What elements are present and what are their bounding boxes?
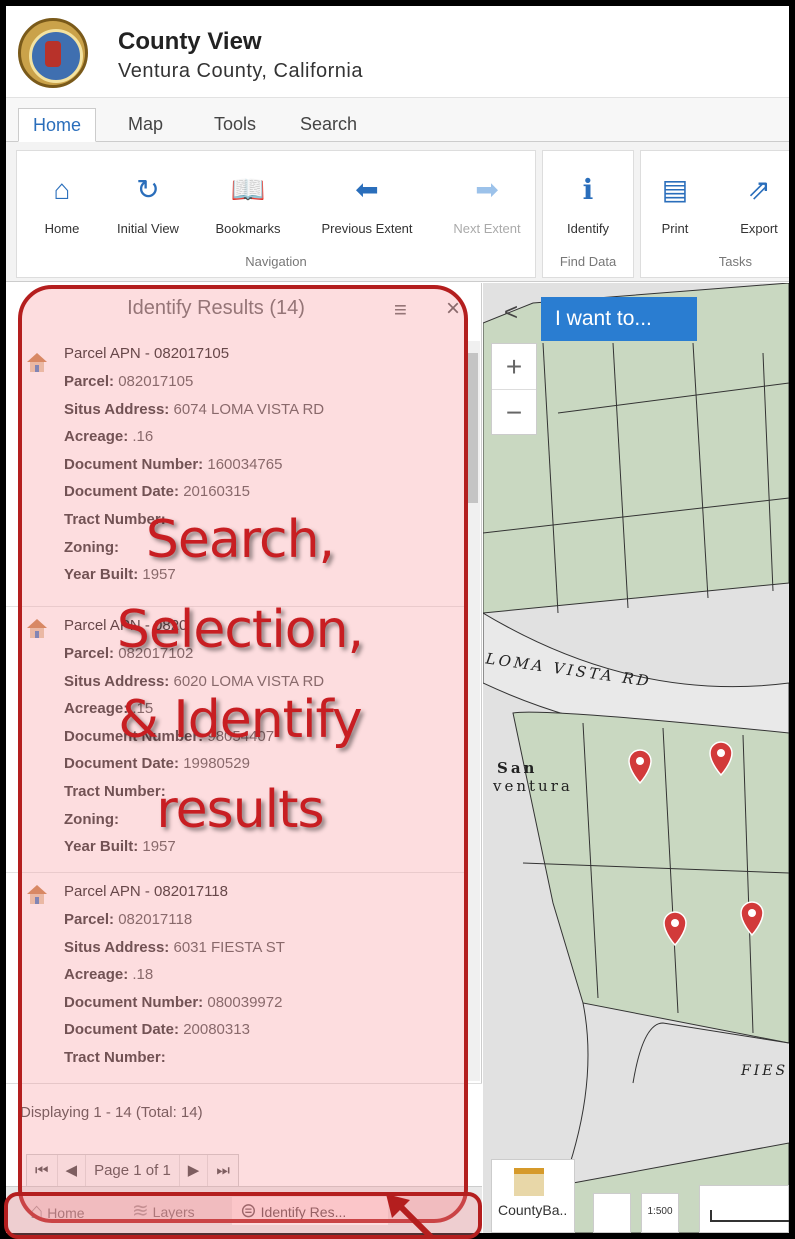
coordinates-tool-icon[interactable]	[593, 1193, 631, 1233]
tab-map[interactable]: Map	[114, 108, 177, 142]
ribbon-tabs: Home Map Tools Search	[6, 98, 789, 142]
initial-view-button[interactable]: ↻ Initial View	[103, 173, 193, 236]
next-extent-button[interactable]: ➡ Next Extent	[437, 173, 537, 236]
ribbon-toolbar: ⌂ Home ↻ Initial View 📖 Bookmarks ⬅ Prev…	[6, 142, 789, 282]
basemap-thumbnail	[514, 1168, 544, 1196]
house-icon: ⌂	[53, 174, 71, 205]
callout-line-1: Search,	[145, 510, 335, 570]
refresh-icon: ↻	[136, 174, 160, 205]
county-seal-logo	[18, 18, 88, 88]
identify-icon: ℹ	[582, 174, 594, 205]
group-title: Navigation	[245, 254, 307, 269]
i-want-to-button[interactable]: I want to...	[541, 297, 697, 341]
scale-tool-button[interactable]: 1:500	[641, 1193, 679, 1233]
group-title: Tasks	[718, 254, 752, 269]
identify-button[interactable]: ℹ Identify	[543, 173, 633, 236]
callout-arrow	[386, 1194, 435, 1239]
app-header: County View Ventura County, California	[6, 6, 789, 98]
find-data-group: ℹ Identify Find Data	[542, 150, 634, 278]
tasks-group: ▤ Print ⇗ Export Tasks	[640, 150, 789, 278]
scrollbar-thumb[interactable]	[468, 353, 478, 503]
callout-line-3: & Identify	[118, 690, 362, 750]
basemap-switcher[interactable]: CountyBa..	[491, 1159, 575, 1233]
area-label-line1: San	[497, 759, 538, 777]
app-subtitle: Ventura County, California	[118, 60, 363, 82]
callout-line-4: results	[156, 780, 324, 840]
zoom-control: + −	[491, 343, 537, 435]
previous-extent-button[interactable]: ⬅ Previous Extent	[307, 173, 427, 236]
area-label-line2: ventura	[493, 777, 573, 795]
zoom-in-button[interactable]: +	[492, 344, 536, 390]
home-button[interactable]: ⌂ Home	[17, 173, 107, 236]
tab-search[interactable]: Search	[286, 108, 371, 142]
collapse-panel-button[interactable]: <	[491, 293, 531, 333]
scale-bar	[699, 1185, 789, 1233]
group-title: Find Data	[559, 254, 617, 269]
tab-tools[interactable]: Tools	[200, 108, 270, 142]
highlight-results-panel	[18, 285, 468, 1223]
results-scrollbar[interactable]	[466, 341, 480, 1081]
export-icon: ⇗	[747, 174, 771, 205]
street-label-fiesta: FIES	[741, 1063, 789, 1079]
book-icon: 📖	[230, 174, 266, 205]
arrow-left-icon: ⬅	[355, 174, 379, 205]
app-title: County View	[118, 28, 262, 55]
arrow-right-icon: ➡	[475, 174, 499, 205]
zoom-out-button[interactable]: −	[492, 390, 536, 436]
bookmarks-button[interactable]: 📖 Bookmarks	[203, 173, 293, 236]
tab-home[interactable]: Home	[18, 108, 97, 142]
print-button[interactable]: ▤ Print	[635, 173, 715, 236]
printer-icon: ▤	[661, 174, 689, 205]
export-button[interactable]: ⇗ Export	[719, 173, 789, 236]
navigation-group: ⌂ Home ↻ Initial View 📖 Bookmarks ⬅ Prev…	[16, 150, 536, 278]
callout-line-2: Selection,	[116, 600, 364, 660]
map-view[interactable]: < I want to... + − LOMA VISTA RD San ven…	[483, 283, 789, 1233]
